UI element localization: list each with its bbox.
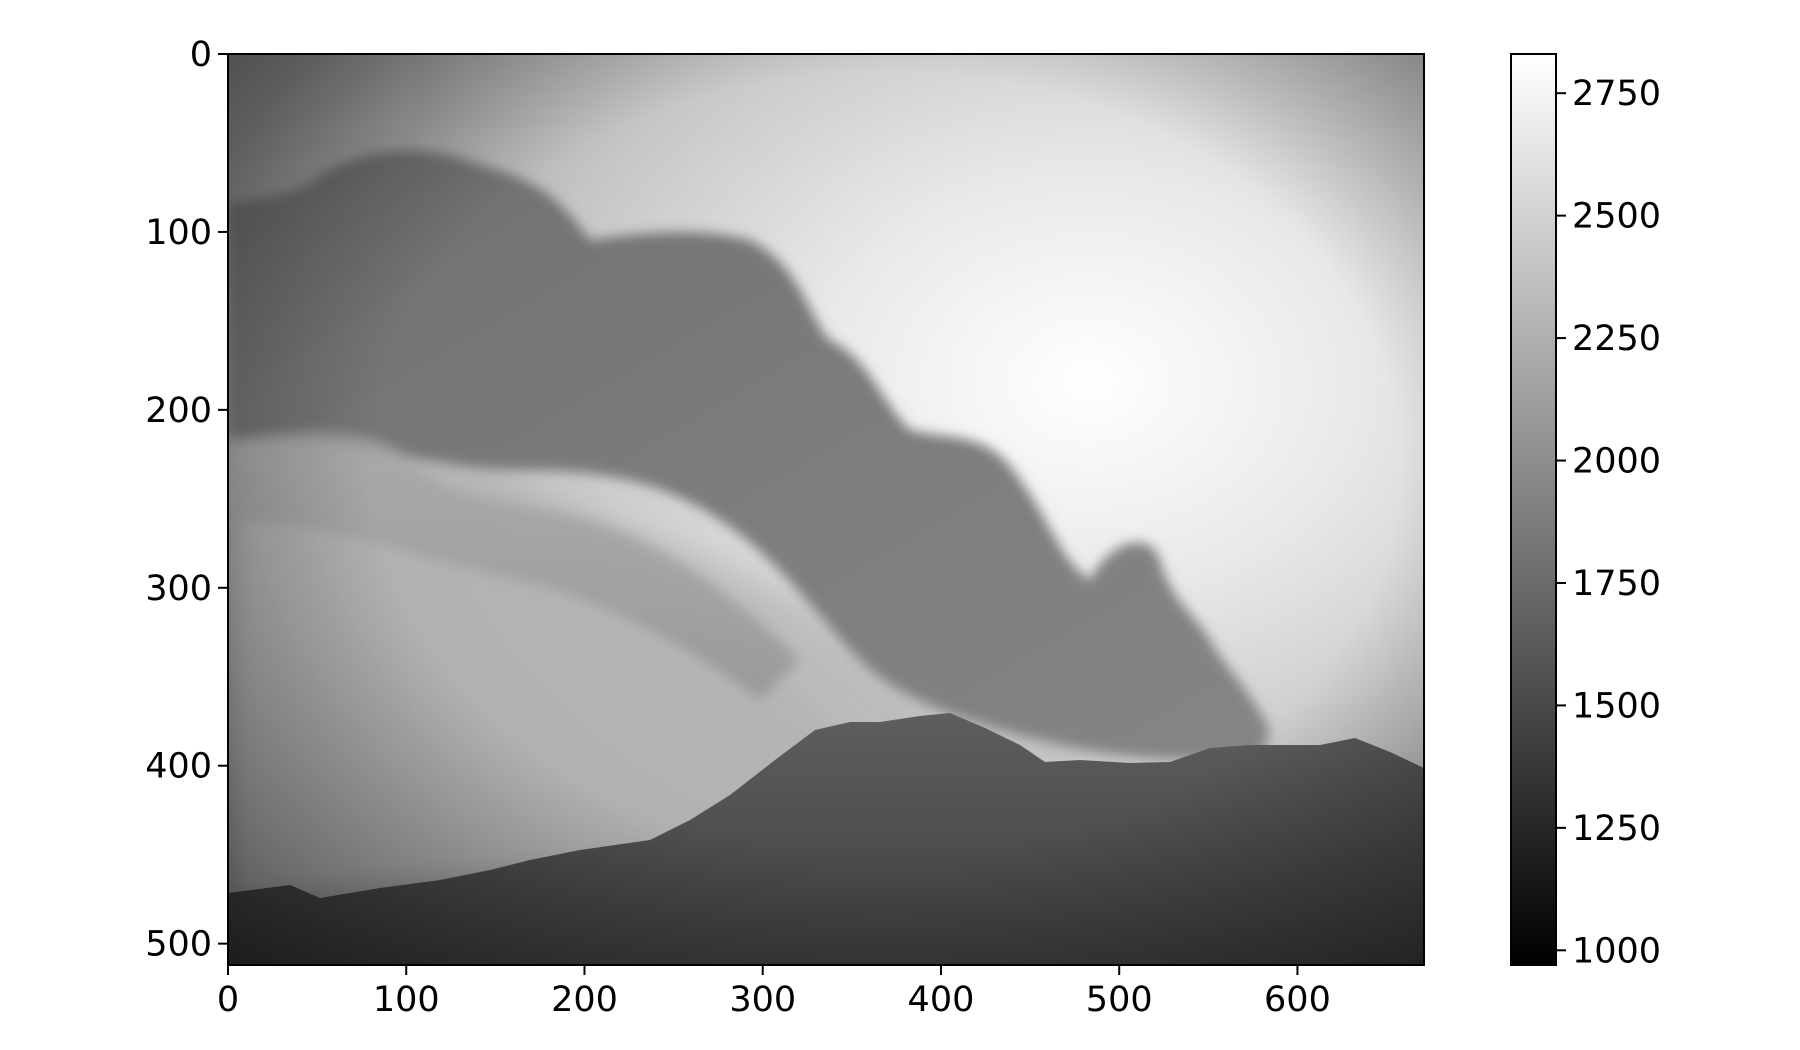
colorbar-tick-label: 1750 [1572,564,1661,604]
y-tick-label: 200 [145,391,212,431]
x-tick-label: 0 [217,980,239,1020]
y-tick-label: 400 [145,747,212,787]
colorbar [1510,53,1557,966]
heatmap-figure: 0 100 200 300 400 500 600 0 100 200 300 400 500 100… [145,35,1661,1020]
y-tick-label: 300 [145,569,212,609]
y-axis: 0 100 200 300 400 500 [145,35,228,965]
colorbar-tick-label: 2000 [1572,442,1661,482]
x-tick-label: 100 [373,980,440,1020]
colorbar-tick-label: 2250 [1572,319,1661,359]
x-tick-label: 200 [551,980,618,1020]
colorbar-tick-label: 1000 [1572,931,1661,971]
colorbar-tick-label: 1500 [1572,686,1661,726]
x-tick-label: 600 [1264,980,1331,1020]
x-tick-label: 500 [1086,980,1153,1020]
colorbar-tick-label: 2500 [1572,197,1661,237]
colorbar-axis: 1000 1250 1500 1750 2000 2250 2500 2750 [1556,74,1661,971]
colorbar-tick-label: 2750 [1572,74,1661,114]
x-axis: 0 100 200 300 400 500 600 [217,965,1331,1020]
colorbar-tick-label: 1250 [1572,809,1661,849]
x-tick-label: 400 [908,980,975,1020]
x-tick-label: 300 [729,980,796,1020]
y-tick-label: 500 [145,925,212,965]
y-tick-label: 0 [190,35,212,75]
heatmap-image [228,54,1424,965]
y-tick-label: 100 [145,213,212,253]
